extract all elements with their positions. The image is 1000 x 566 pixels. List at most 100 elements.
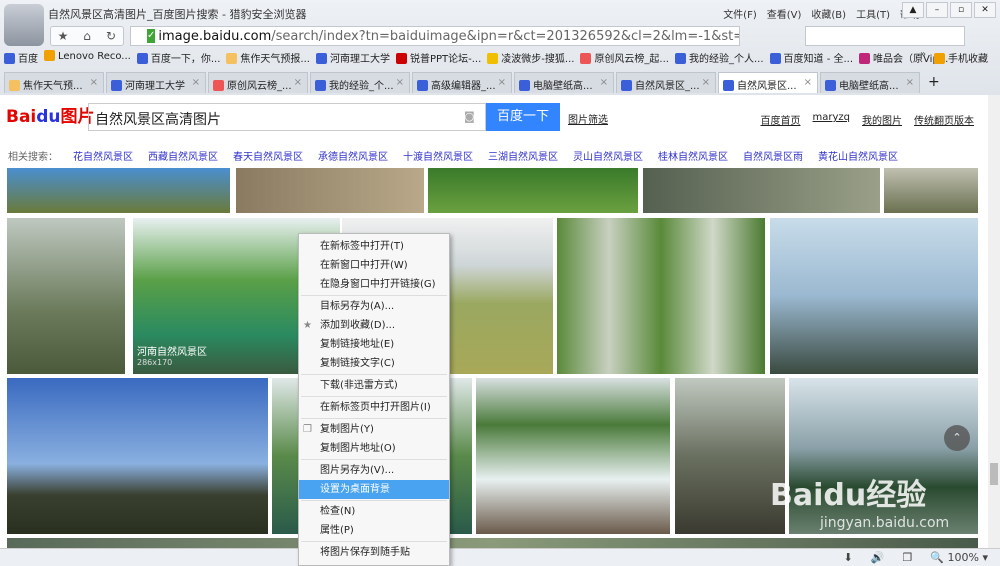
bookmark[interactable]: 锐普PPT论坛-... (395, 50, 481, 65)
bookmark-mobile[interactable]: 手机收藏 (934, 50, 988, 65)
menu-item[interactable]: 检查(N) (299, 502, 449, 521)
image-thumbnail[interactable] (236, 168, 424, 213)
user-menu[interactable]: maryzq (813, 112, 851, 127)
menu-divider (301, 500, 447, 501)
related-link[interactable]: 十渡自然风景区 (403, 148, 473, 163)
sound-icon[interactable]: 🔊 (871, 549, 885, 566)
download-icon[interactable]: ⬇ (844, 549, 853, 566)
search-box[interactable] (805, 26, 965, 46)
tab[interactable]: 原创风云榜_... × (208, 72, 308, 93)
image-thumbnail[interactable] (643, 168, 880, 213)
bookmark[interactable]: Lenovo Reco... (44, 50, 131, 65)
image-thumbnail[interactable] (7, 168, 230, 213)
tab-strip: 焦作天气预... × 河南理工大学 × 原创风云榜_... × 我的经验_个... × … (4, 72, 946, 93)
tab[interactable]: 焦作天气预... × (4, 72, 104, 93)
zoom-control[interactable]: 🔍 100% ▾ (930, 549, 988, 566)
menu-item[interactable]: 属性(P) (299, 521, 449, 540)
search-button[interactable]: 百度一下 (486, 103, 560, 131)
menu-view[interactable]: 查看(V) (767, 6, 802, 21)
image-filter-link[interactable]: 图片筛选 (568, 111, 608, 126)
menu-item-set-wallpaper[interactable]: 设置为桌面背景 (299, 480, 449, 499)
star-icon[interactable]: ★ (51, 27, 75, 45)
home-icon[interactable]: ⌂ (75, 27, 99, 45)
camera-icon[interactable]: ◙ (464, 110, 475, 123)
tab[interactable]: 高级编辑器_... × (412, 72, 512, 93)
related-link[interactable]: 黄花山自然风景区 (818, 148, 898, 163)
tab[interactable]: 河南理工大学 × (106, 72, 206, 93)
image-thumbnail[interactable] (7, 218, 125, 374)
image-thumbnail[interactable] (7, 538, 978, 548)
star-icon: ★ (303, 320, 312, 331)
menu-item[interactable]: 复制链接地址(E) (299, 335, 449, 354)
baidu-home-link[interactable]: 百度首页 (761, 112, 801, 127)
menu-bar: 文件(F) 查看(V) 收藏(B) 工具(T) 帮助 (723, 6, 920, 21)
watermark-brand: Baidu经验 (770, 478, 927, 513)
tab[interactable]: 电脑壁纸高... × (820, 72, 920, 93)
tab[interactable]: 我的经验_个... × (310, 72, 410, 93)
address-bar[interactable]: ✓ image.baidu.com/search/index?tn=baidui… (130, 26, 740, 46)
more-bookmarks-icon[interactable]: » (920, 49, 926, 60)
classic-version-link[interactable]: 传统翻页版本 (914, 112, 974, 127)
tab[interactable]: 电脑壁纸高... × (514, 72, 614, 93)
image-caption: 河南自然风景区 (137, 347, 207, 358)
new-tab-button[interactable]: + (922, 72, 946, 93)
menu-item[interactable]: 图片另存为(V)... (299, 461, 449, 480)
back-to-top-button[interactable]: ⌃ (944, 425, 970, 451)
menu-item[interactable]: 下载(非迅雷方式) (299, 376, 449, 395)
menu-item[interactable]: 在隐身窗口中打开链接(G) (299, 275, 449, 294)
image-thumbnail[interactable] (428, 168, 638, 213)
image-thumbnail[interactable] (675, 378, 785, 534)
status-bar: ⬇ 🔊 ❐ 🔍 100% ▾ (0, 548, 1000, 566)
image-thumbnail[interactable] (7, 378, 268, 534)
bookmark[interactable]: 百度一下，你... (136, 50, 220, 65)
related-link[interactable]: 桂林自然风景区 (658, 148, 728, 163)
minimize-button[interactable]: – (926, 2, 948, 18)
menu-tools[interactable]: 工具(T) (856, 6, 890, 21)
image-thumbnail[interactable] (770, 218, 978, 374)
menu-item[interactable]: 复制图片地址(O) (299, 439, 449, 458)
related-link[interactable]: 灵山自然风景区 (573, 148, 643, 163)
menu-item-add-favorite[interactable]: ★ 添加到收藏(D)... (299, 316, 449, 335)
bookmark[interactable]: 我的经验_个人... (674, 50, 764, 65)
menu-item[interactable]: 将图片保存到随手贴 (299, 543, 449, 562)
related-link[interactable]: 花自然风景区 (73, 148, 133, 163)
related-link[interactable]: 西藏自然风景区 (148, 148, 218, 163)
related-link[interactable]: 自然风景区雨 (743, 148, 803, 163)
related-link[interactable]: 三湖自然风景区 (488, 148, 558, 163)
bookmark[interactable]: 原创风云榜_起... (580, 50, 669, 65)
image-thumbnail[interactable] (884, 168, 978, 213)
menu-item-copy-image[interactable]: ❐ 复制图片(Y) (299, 420, 449, 439)
refresh-icon[interactable]: ↻ (99, 27, 123, 45)
tab-active[interactable]: 自然风景区... × (718, 72, 818, 93)
scrollbar[interactable] (988, 95, 1000, 548)
url-path: /search/index?tn=baiduimage&ipn=r&ct=201… (271, 28, 739, 44)
bookmark[interactable]: 焦作天气预报... (226, 50, 310, 65)
skin-button[interactable]: ▲ (902, 2, 924, 18)
search-input[interactable]: 自然风景区高清图片 (88, 103, 486, 131)
bookmark[interactable]: 凌波微步-搜狐... (487, 50, 574, 65)
menu-item[interactable]: 在新标签中打开(T) (299, 237, 449, 256)
watermark-url: jingyan.baidu.com (820, 515, 950, 531)
my-images-link[interactable]: 我的图片 (862, 112, 902, 127)
bookmark[interactable]: 河南理工大学 (315, 50, 390, 65)
bookmark[interactable]: 百度 (4, 50, 38, 65)
related-link[interactable]: 春天自然风景区 (233, 148, 303, 163)
menu-item[interactable]: 复制链接文字(C) (299, 354, 449, 373)
scrollbar-thumb[interactable] (990, 463, 998, 485)
browser-logo[interactable] (4, 4, 44, 46)
menu-favorites[interactable]: 收藏(B) (811, 6, 846, 21)
url-host: image.baidu.com (158, 28, 272, 44)
close-button[interactable]: ✕ (974, 2, 996, 18)
baidu-logo[interactable]: Baidu图片 (6, 102, 95, 127)
window-icon[interactable]: ❐ (902, 549, 912, 566)
menu-item[interactable]: 在新窗口中打开(W) (299, 256, 449, 275)
tab[interactable]: 自然风景区_... × (616, 72, 716, 93)
maximize-button[interactable]: ▫ (950, 2, 972, 18)
image-thumbnail[interactable] (476, 378, 670, 534)
menu-item[interactable]: 目标另存为(A)... (299, 297, 449, 316)
bookmark[interactable]: 百度知道 - 全... (769, 50, 853, 65)
menu-item[interactable]: 在新标签页中打开图片(I) (299, 398, 449, 417)
related-link[interactable]: 承德自然风景区 (318, 148, 388, 163)
image-thumbnail[interactable] (557, 218, 765, 374)
menu-file[interactable]: 文件(F) (723, 6, 757, 21)
